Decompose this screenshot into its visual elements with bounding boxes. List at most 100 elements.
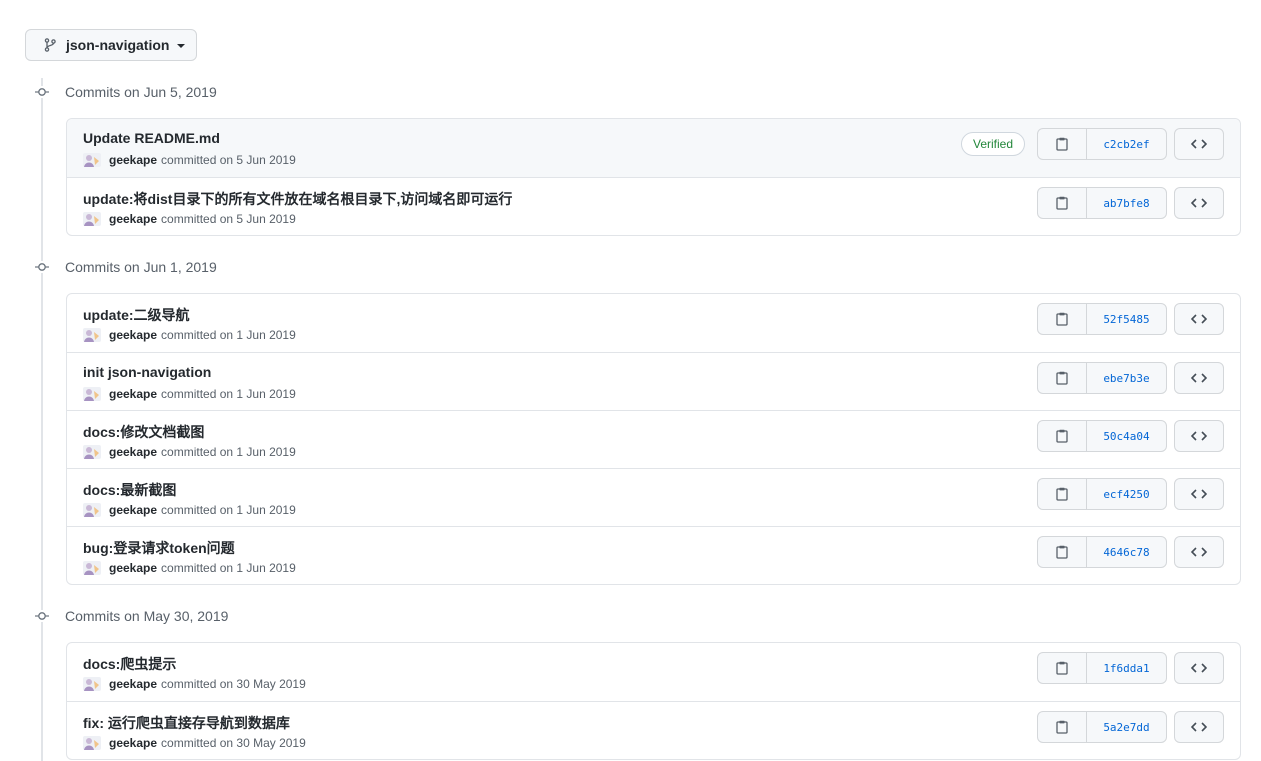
author-link[interactable]: geekape — [109, 328, 157, 342]
author-link[interactable]: geekape — [109, 736, 157, 750]
sha-button-group: 50c4a04 — [1037, 420, 1167, 452]
avatar[interactable] — [83, 212, 101, 226]
copy-sha-button[interactable] — [1038, 304, 1087, 334]
copy-sha-button[interactable] — [1038, 129, 1087, 159]
browse-repo-button[interactable] — [1174, 652, 1224, 684]
avatar[interactable] — [83, 677, 101, 691]
commit-list: update:二级导航 geekape committed on 1 Jun 2… — [66, 293, 1241, 585]
clipboard-icon — [1056, 661, 1068, 675]
commit-meta: geekape committed on 1 Jun 2019 — [83, 561, 296, 575]
commit-message-link[interactable]: docs:爬虫提示 — [83, 654, 176, 674]
copy-sha-button[interactable] — [1038, 363, 1087, 393]
commit-message-link[interactable]: update:将dist目录下的所有文件放在域名根目录下,访问域名即可运行 — [83, 189, 512, 209]
commit-message-link[interactable]: Update README.md — [83, 130, 220, 146]
sha-link[interactable]: ebe7b3e — [1087, 363, 1166, 393]
sha-link[interactable]: 50c4a04 — [1087, 421, 1166, 451]
sha-link[interactable]: 1f6dda1 — [1087, 653, 1166, 683]
sha-button-group: 5a2e7dd — [1037, 711, 1167, 743]
sha-button-group: 4646c78 — [1037, 536, 1167, 568]
browse-repo-button[interactable] — [1174, 536, 1224, 568]
commit-meta: geekape committed on 5 Jun 2019 — [83, 153, 296, 167]
avatar[interactable] — [83, 387, 101, 401]
author-link[interactable]: geekape — [109, 677, 157, 691]
code-icon — [1191, 373, 1207, 383]
commit-list: Update README.md geekape committed on 5 … — [66, 118, 1241, 236]
commit-date: committed on 5 Jun 2019 — [161, 212, 296, 226]
browse-repo-button[interactable] — [1174, 187, 1224, 219]
code-icon — [1191, 431, 1207, 441]
commit-row: docs:爬虫提示 geekape committed on 30 May 20… — [67, 643, 1240, 701]
browse-repo-button[interactable] — [1174, 303, 1224, 335]
avatar[interactable] — [83, 445, 101, 459]
commit-meta: geekape committed on 1 Jun 2019 — [83, 387, 296, 401]
copy-sha-button[interactable] — [1038, 421, 1087, 451]
clipboard-icon — [1056, 196, 1068, 210]
avatar[interactable] — [83, 561, 101, 575]
clipboard-icon — [1056, 371, 1068, 385]
author-link[interactable]: geekape — [109, 387, 157, 401]
author-link[interactable]: geekape — [109, 503, 157, 517]
git-commit-icon — [35, 610, 49, 622]
commit-row: fix: 运行爬虫直接存导航到数据库 geekape committed on … — [67, 701, 1240, 759]
code-icon — [1191, 198, 1207, 208]
commit-date: committed on 30 May 2019 — [161, 736, 306, 750]
sha-button-group: c2cb2ef — [1037, 128, 1167, 160]
avatar[interactable] — [83, 328, 101, 342]
verified-badge[interactable]: Verified — [961, 132, 1026, 156]
copy-sha-button[interactable] — [1038, 712, 1087, 742]
sha-link[interactable]: c2cb2ef — [1087, 129, 1166, 159]
code-icon — [1191, 489, 1207, 499]
commit-row: bug:登录请求token问题 geekape committed on 1 J… — [67, 526, 1240, 584]
code-icon — [1191, 314, 1207, 324]
git-commit-icon — [35, 261, 49, 273]
sha-button-group: 52f5485 — [1037, 303, 1167, 335]
copy-sha-button[interactable] — [1038, 537, 1087, 567]
commit-message-link[interactable]: docs:修改文档截图 — [83, 422, 204, 442]
avatar[interactable] — [83, 736, 101, 750]
group-title: Commits on Jun 1, 2019 — [65, 259, 217, 275]
clipboard-icon — [1056, 720, 1068, 734]
sha-button-group: 1f6dda1 — [1037, 652, 1167, 684]
browse-repo-button[interactable] — [1174, 362, 1224, 394]
chevron-down-icon — [177, 44, 186, 48]
author-link[interactable]: geekape — [109, 212, 157, 226]
branch-name: json-navigation — [66, 37, 170, 53]
commit-row: update:将dist目录下的所有文件放在域名根目录下,访问域名即可运行 ge… — [67, 177, 1240, 235]
commit-meta: geekape committed on 1 Jun 2019 — [83, 503, 296, 517]
author-link[interactable]: geekape — [109, 445, 157, 459]
copy-sha-button[interactable] — [1038, 479, 1087, 509]
sha-link[interactable]: ab7bfe8 — [1087, 188, 1166, 218]
browse-repo-button[interactable] — [1174, 128, 1224, 160]
clipboard-icon — [1056, 137, 1068, 151]
commit-meta: geekape committed on 5 Jun 2019 — [83, 212, 296, 226]
commit-row: init json-navigation geekape committed o… — [67, 352, 1240, 410]
browse-repo-button[interactable] — [1174, 478, 1224, 510]
branch-select-button[interactable]: json-navigation — [25, 29, 197, 61]
avatar[interactable] — [83, 503, 101, 517]
avatar[interactable] — [83, 153, 101, 167]
commit-row: update:二级导航 geekape committed on 1 Jun 2… — [67, 294, 1240, 352]
commit-message-link[interactable]: update:二级导航 — [83, 305, 190, 325]
copy-sha-button[interactable] — [1038, 188, 1087, 218]
commit-message-link[interactable]: bug:登录请求token问题 — [83, 538, 235, 558]
commit-date: committed on 1 Jun 2019 — [161, 561, 296, 575]
commit-message-link[interactable]: init json-navigation — [83, 364, 211, 380]
sha-link[interactable]: 4646c78 — [1087, 537, 1166, 567]
commit-message-link[interactable]: fix: 运行爬虫直接存导航到数据库 — [83, 713, 290, 733]
group-title: Commits on May 30, 2019 — [65, 608, 229, 624]
copy-sha-button[interactable] — [1038, 653, 1087, 683]
commit-meta: geekape committed on 1 Jun 2019 — [83, 328, 296, 342]
browse-repo-button[interactable] — [1174, 711, 1224, 743]
sha-link[interactable]: 5a2e7dd — [1087, 712, 1166, 742]
author-link[interactable]: geekape — [109, 561, 157, 575]
commit-message-link[interactable]: docs:最新截图 — [83, 480, 176, 500]
sha-link[interactable]: ecf4250 — [1087, 479, 1166, 509]
sha-link[interactable]: 52f5485 — [1087, 304, 1166, 334]
browse-repo-button[interactable] — [1174, 420, 1224, 452]
commit-date: committed on 1 Jun 2019 — [161, 328, 296, 342]
clipboard-icon — [1056, 545, 1068, 559]
author-link[interactable]: geekape — [109, 153, 157, 167]
sha-button-group: ab7bfe8 — [1037, 187, 1167, 219]
commit-date: committed on 1 Jun 2019 — [161, 387, 296, 401]
timeline-line — [41, 78, 43, 761]
